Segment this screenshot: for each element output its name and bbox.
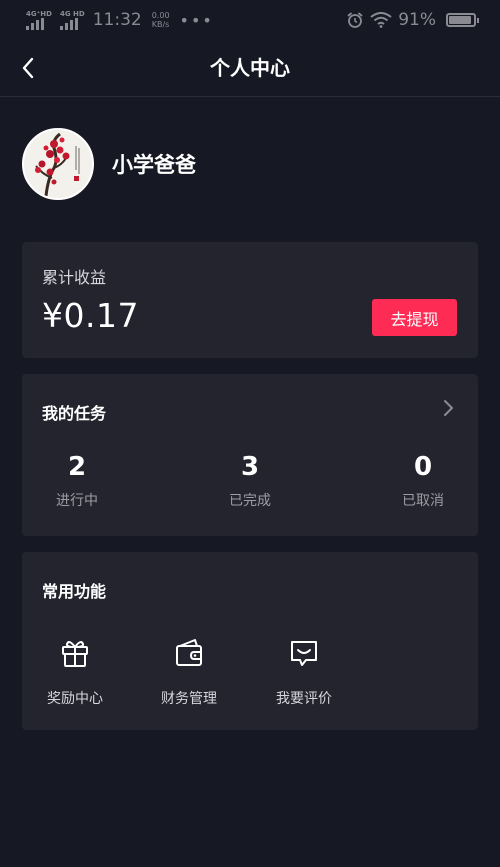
feature-label: 财务管理 [161,691,217,707]
feature-label: 我要评价 [276,691,332,707]
profile-header: 小学爸爸 [22,128,196,200]
signal-indicator-2: 4G HD [59,10,85,30]
username: 小学爸爸 [112,153,196,177]
feature-label: 奖励中心 [47,691,103,707]
earnings-card: 累计收益 ¥0.17 去提现 [22,242,478,358]
earnings-label: 累计收益 [42,268,107,287]
task-stat-label: 已取消 [402,493,444,509]
nav-bar: 个人中心 [0,40,500,97]
task-stat-completed[interactable]: 3 已完成 [200,452,300,510]
avatar[interactable] [22,128,94,200]
task-stat-label: 进行中 [56,493,98,509]
task-stat-label: 已完成 [229,493,271,509]
more-notifications-icon: ••• [179,10,214,30]
common-features-card: 常用功能 奖励中心 财务管理 我要评价 [22,552,478,730]
status-time: 11:32 [92,10,142,30]
wallet-icon [176,639,202,666]
status-left: 4G⁺HD 4G HD 11:32 0.00 KB/s ••• [26,10,214,30]
withdraw-button[interactable]: 去提现 [372,299,457,336]
task-stat-value: 0 [413,452,433,482]
signal-bars-icon [59,18,78,30]
gift-icon [62,641,88,667]
earnings-amount: ¥0.17 [42,296,139,335]
tasks-title: 我的任务 [42,404,107,423]
task-stat-cancelled[interactable]: 0 已取消 [373,452,473,510]
wifi-icon [370,12,392,28]
features-title: 常用功能 [42,582,107,601]
page-title: 个人中心 [210,56,290,80]
battery-icon [446,13,479,27]
comment-icon [291,641,317,666]
battery-percent: 91% [398,10,436,30]
status-bar: 4G⁺HD 4G HD 11:32 0.00 KB/s ••• 91% [0,0,500,40]
task-stat-value: 2 [67,452,87,482]
signal-indicator-1: 4G⁺HD [26,10,52,30]
write-review-button[interactable]: 我要评价 [254,636,354,708]
finance-management-button[interactable]: 财务管理 [139,636,239,708]
task-stat-in-progress[interactable]: 2 进行中 [27,452,127,510]
network-type-2: 4G HD [59,10,85,18]
task-stat-value: 3 [240,452,260,482]
network-speed: 0.00 KB/s [152,11,170,29]
status-right: 91% [346,10,479,30]
signal-bars-icon [26,18,44,30]
alarm-icon [347,12,363,28]
chevron-right-icon[interactable] [438,398,458,418]
reward-center-button[interactable]: 奖励中心 [25,636,125,708]
plum-blossom-painting [24,130,92,198]
my-tasks-card[interactable]: 我的任务 2 进行中 3 已完成 0 已取消 [22,374,478,536]
network-type-1: 4G⁺HD [26,10,52,18]
network-speed-value: 0.00 [151,11,170,20]
network-speed-unit: KB/s [151,20,170,29]
